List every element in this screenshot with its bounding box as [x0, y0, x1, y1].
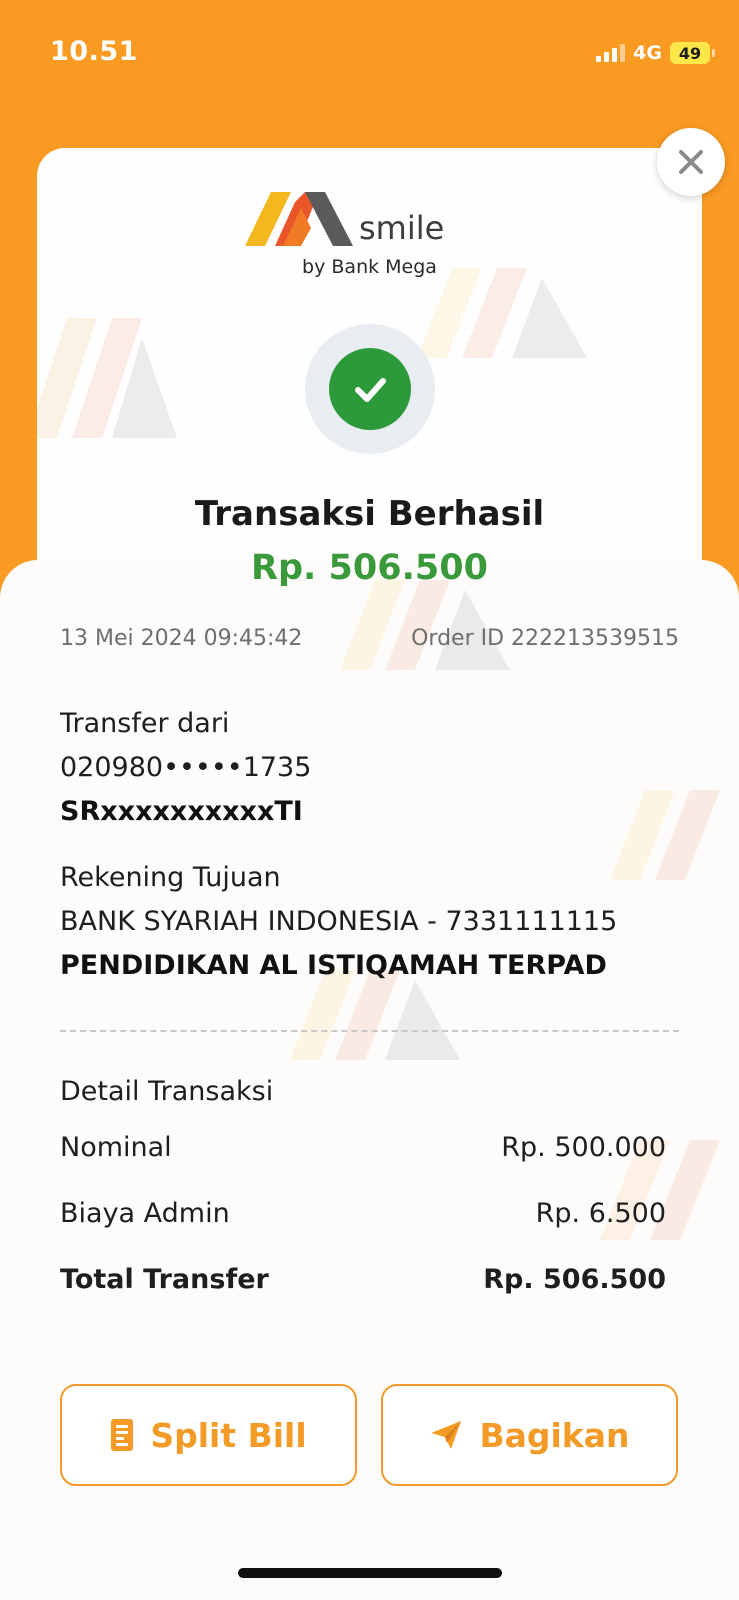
status-indicators: 4G 49	[596, 40, 715, 66]
share-label: Bagikan	[479, 1415, 630, 1455]
share-button[interactable]: Bagikan	[381, 1384, 678, 1486]
destination-bank-account: BANK SYARIAH INDONESIA - 7331111115	[60, 906, 618, 937]
brand-name: smile	[359, 209, 445, 247]
transaction-amount: Rp. 506.500	[251, 548, 488, 588]
send-icon	[431, 1421, 462, 1449]
detail-value: Rp. 500.000	[501, 1132, 666, 1163]
watermark-logo	[340, 580, 510, 670]
signal-icon	[596, 44, 626, 62]
close-button[interactable]	[657, 128, 725, 196]
battery-icon: 49	[670, 42, 715, 64]
detail-label: Biaya Admin	[60, 1198, 230, 1229]
detail-row-nominal: Nominal Rp. 500.000	[60, 1132, 666, 1163]
detail-row-admin-fee: Biaya Admin Rp. 6.500	[60, 1198, 666, 1229]
watermark-logo	[610, 790, 720, 880]
network-label: 4G	[633, 42, 662, 64]
status-bar: 10.51 4G 49	[0, 0, 739, 110]
source-label: Transfer dari	[60, 708, 230, 739]
detail-value: Rp. 6.500	[535, 1198, 666, 1229]
watermark-logo	[417, 268, 587, 358]
success-badge	[305, 324, 435, 454]
detail-row-total: Total Transfer Rp. 506.500	[60, 1264, 666, 1295]
battery-level: 49	[670, 42, 710, 64]
source-name: SRxxxxxxxxxxTI	[60, 796, 303, 827]
check-icon	[355, 378, 386, 402]
destination-name: PENDIDIKAN AL ISTIQAMAH TERPAD	[60, 950, 607, 981]
detail-value: Rp. 506.500	[483, 1264, 666, 1295]
close-icon	[679, 150, 703, 174]
watermark-logo	[37, 318, 177, 438]
section-divider	[60, 1030, 679, 1032]
transaction-title: Transaksi Berhasil	[194, 494, 545, 534]
order-id: Order ID 222213539515	[411, 626, 679, 651]
details-heading: Detail Transaksi	[60, 1076, 274, 1107]
source-account: 020980•••••1735	[60, 752, 312, 783]
brand-logo: smile	[245, 186, 455, 246]
transaction-date: 13 Mei 2024 09:45:42	[60, 626, 303, 651]
brand-subtitle: by Bank Mega	[302, 256, 437, 278]
destination-label: Rekening Tujuan	[60, 862, 281, 893]
split-bill-label: Split Bill	[150, 1415, 307, 1455]
receipt-icon	[111, 1419, 134, 1451]
status-time: 10.51	[50, 36, 138, 67]
detail-label: Nominal	[60, 1132, 172, 1163]
home-indicator[interactable]	[238, 1568, 502, 1578]
m-logo-icon	[245, 192, 353, 246]
split-bill-button[interactable]: Split Bill	[60, 1384, 357, 1486]
watermark-logo	[290, 970, 460, 1060]
detail-label: Total Transfer	[60, 1264, 269, 1295]
